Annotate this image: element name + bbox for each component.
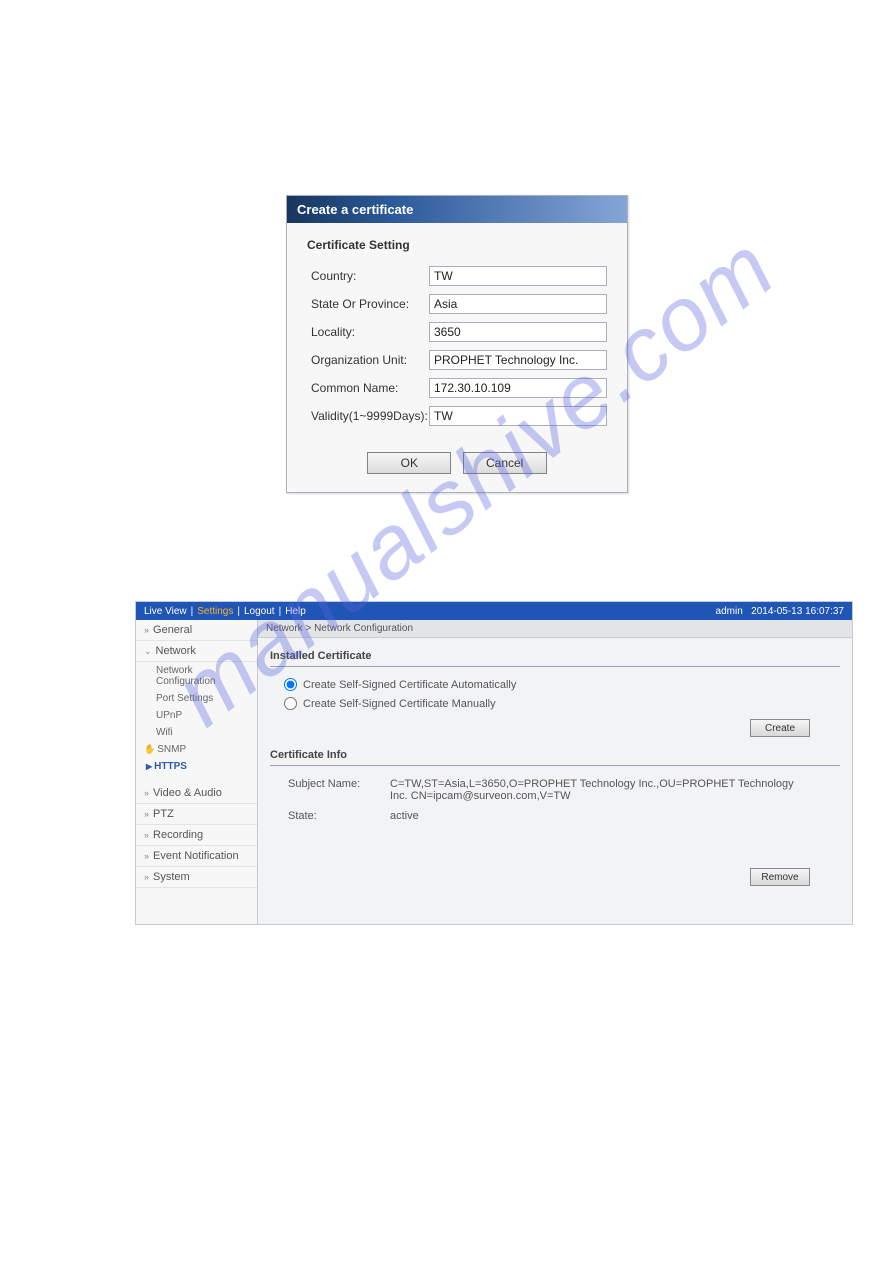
sidebar-item-label: System	[153, 871, 190, 883]
input-country[interactable]	[429, 266, 607, 286]
value-state: active	[390, 810, 800, 822]
topbar-time: 2014-05-13 16:07:37	[751, 606, 844, 617]
label-state: State Or Province:	[311, 297, 429, 311]
sidebar-item-label: SNMP	[157, 744, 186, 755]
chevron-right-icon: »	[144, 788, 149, 798]
create-certificate-dialog: Create a certificate Certificate Setting…	[286, 195, 628, 493]
radio-label-auto: Create Self-Signed Certificate Automatic…	[303, 679, 516, 691]
ok-button[interactable]: OK	[367, 452, 451, 474]
sidebar-sub-port-settings[interactable]: Port Settings	[136, 690, 257, 707]
value-subject-name: C=TW,ST=Asia,L=3650,O=PROPHET Technology…	[390, 778, 800, 802]
sidebar-item-label: Video & Audio	[153, 787, 222, 799]
radio-label-manual: Create Self-Signed Certificate Manually	[303, 698, 496, 710]
sidebar-item-network[interactable]: ⌄ Network	[136, 641, 257, 662]
sidebar-item-general[interactable]: » General	[136, 620, 257, 641]
label-locality: Locality:	[311, 325, 429, 339]
chevron-right-icon: »	[144, 809, 149, 819]
chevron-right-icon: »	[144, 830, 149, 840]
label-org-unit: Organization Unit:	[311, 353, 429, 367]
label-subject-name: Subject Name:	[288, 778, 390, 802]
nav-logout[interactable]: Logout	[244, 606, 275, 617]
nav-live-view[interactable]: Live View	[144, 606, 187, 617]
label-country: Country:	[311, 269, 429, 283]
input-validity[interactable]	[429, 406, 607, 426]
topbar: Live View | Settings | Logout | Help adm…	[136, 602, 852, 620]
input-org-unit[interactable]	[429, 350, 607, 370]
label-common-name: Common Name:	[311, 381, 429, 395]
sidebar-sub-network-config[interactable]: Network Configuration	[136, 662, 257, 690]
chevron-right-icon: »	[144, 625, 149, 635]
label-state: State:	[288, 810, 390, 822]
sidebar-sub-upnp[interactable]: UPnP	[136, 707, 257, 724]
sidebar-item-ptz[interactable]: » PTZ	[136, 804, 257, 825]
cancel-button[interactable]: Cancel	[463, 452, 547, 474]
sidebar-item-label: Event Notification	[153, 850, 239, 862]
sidebar-item-label: Network	[156, 645, 196, 657]
section-title-cert-info: Certificate Info	[270, 745, 840, 766]
sidebar-item-event-notification[interactable]: » Event Notification	[136, 846, 257, 867]
sidebar: » General ⌄ Network Network Configuratio…	[136, 620, 258, 924]
sidebar-item-label: PTZ	[153, 808, 174, 820]
cursor-icon: ✋	[144, 744, 155, 755]
network-config-page: Live View | Settings | Logout | Help adm…	[135, 601, 853, 925]
radio-manual-cert[interactable]	[284, 697, 297, 710]
nav-help[interactable]: Help	[285, 606, 306, 617]
input-locality[interactable]	[429, 322, 607, 342]
chevron-down-icon: ⌄	[144, 646, 152, 657]
section-title-certificate-setting: Certificate Setting	[307, 238, 607, 252]
nav-settings[interactable]: Settings	[197, 606, 233, 617]
chevron-right-icon: »	[144, 872, 149, 882]
dialog-title: Create a certificate	[287, 196, 627, 223]
chevron-right-icon: »	[144, 851, 149, 861]
sidebar-sub-wifi[interactable]: Wifi	[136, 724, 257, 741]
create-button[interactable]: Create	[750, 719, 810, 737]
label-validity: Validity(1~9999Days):	[311, 409, 429, 423]
remove-button[interactable]: Remove	[750, 868, 810, 886]
sidebar-item-system[interactable]: » System	[136, 867, 257, 888]
sidebar-sub-snmp[interactable]: ✋ SNMP	[136, 741, 257, 758]
sidebar-item-label: Recording	[153, 829, 203, 841]
sidebar-item-label: General	[153, 624, 192, 636]
sidebar-sub-https[interactable]: HTTPS	[136, 758, 257, 775]
topbar-user: admin	[716, 606, 743, 617]
radio-auto-cert[interactable]	[284, 678, 297, 691]
input-state[interactable]	[429, 294, 607, 314]
input-common-name[interactable]	[429, 378, 607, 398]
main-content: Network > Network Configuration Installe…	[258, 620, 852, 924]
sidebar-item-recording[interactable]: » Recording	[136, 825, 257, 846]
section-title-installed-cert: Installed Certificate	[270, 646, 840, 667]
breadcrumb: Network > Network Configuration	[258, 620, 852, 638]
sidebar-item-video-audio[interactable]: » Video & Audio	[136, 783, 257, 804]
